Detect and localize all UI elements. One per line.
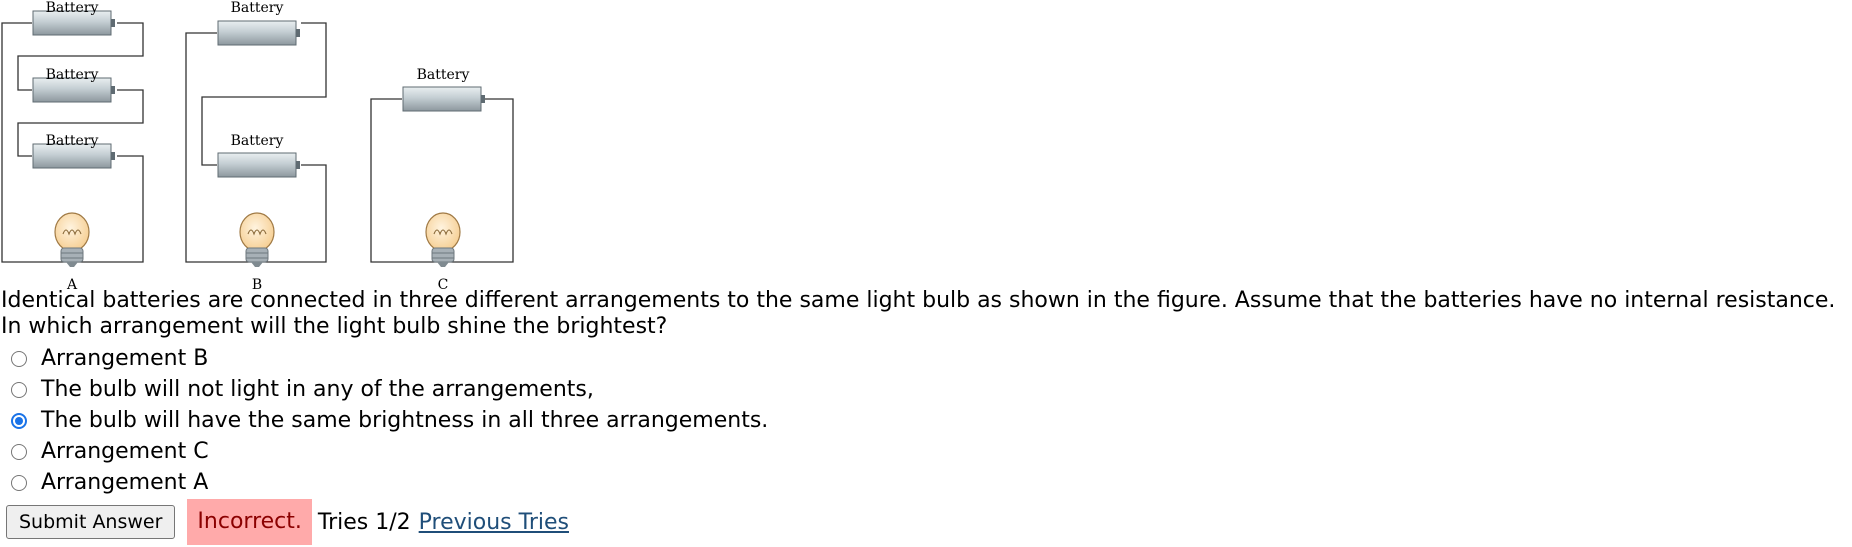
option-label: The bulb will not light in any of the ar… [41,377,594,402]
option-label: Arrangement A [41,470,209,495]
submit-answer-button[interactable]: Submit Answer [6,505,176,539]
battery-label: Battery [46,133,99,149]
light-bulb-icon [54,212,90,268]
option-label: Arrangement C [41,439,209,464]
radio-button[interactable] [11,412,27,429]
battery-label: Battery [46,0,99,16]
radio-button[interactable] [11,381,27,398]
feedback-badge: Incorrect. [187,499,312,545]
option-arrangement-c[interactable]: Arrangement C [0,436,768,467]
battery-b1 [217,20,301,46]
light-bulb-icon [239,212,275,268]
arrangement-c: Battery C [370,67,514,290]
battery-label: Battery [231,133,284,149]
question-text: Identical batteries are connected in thr… [1,288,1836,339]
radio-button[interactable] [11,443,27,460]
arrangement-b: Battery Battery B [185,0,327,290]
submission-bar: Submit Answer Incorrect. Tries 1/2 Previ… [6,498,569,546]
option-label: Arrangement B [41,346,209,371]
light-bulb-icon [425,212,461,268]
battery-label: Battery [417,67,470,83]
option-arrangement-b[interactable]: Arrangement B [0,343,768,374]
option-same-brightness[interactable]: The bulb will have the same brightness i… [0,405,768,436]
option-no-light[interactable]: The bulb will not light in any of the ar… [0,374,768,405]
circuit-figure: Battery Battery Battery A Battery Batter… [1,0,514,290]
battery-label: Battery [231,0,284,16]
option-arrangement-a[interactable]: Arrangement A [0,467,768,498]
battery-label: Battery [46,67,99,83]
radio-button[interactable] [11,350,27,367]
previous-tries-link[interactable]: Previous Tries [419,510,569,535]
arrangement-a: Battery Battery Battery A [1,0,144,290]
radio-button[interactable] [11,474,27,491]
option-label: The bulb will have the same brightness i… [41,408,769,433]
battery-c1 [402,86,486,112]
answer-options: Arrangement B The bulb will not light in… [0,343,768,498]
tries-counter: Tries 1/2 [317,509,411,535]
battery-b2 [217,152,301,178]
